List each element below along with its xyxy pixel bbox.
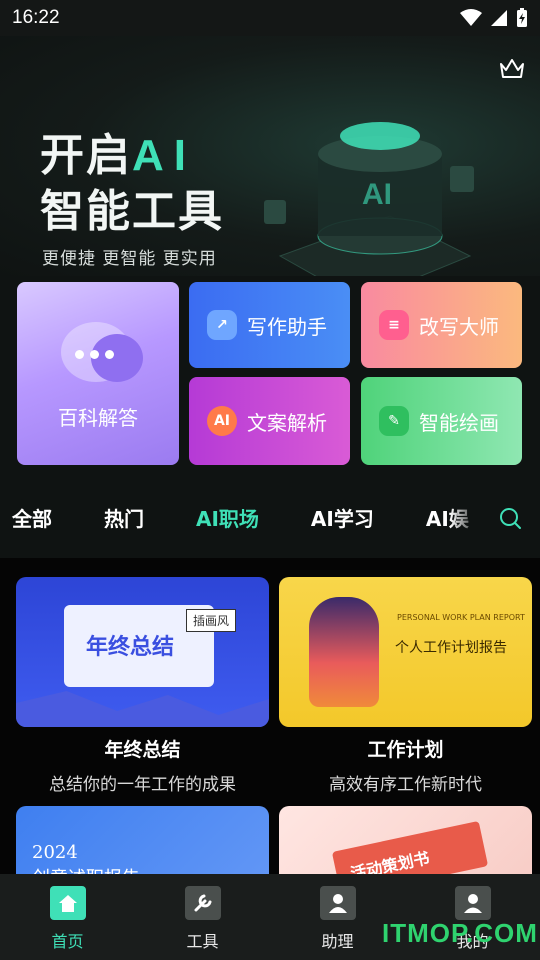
- tool-wenan-button[interactable]: AI 文案解析: [189, 377, 350, 465]
- hero-title: 开启AI 智能工具: [40, 130, 224, 237]
- tool-xiezuo-button[interactable]: ↗ 写作助手: [189, 282, 350, 368]
- category-tab-all[interactable]: 全部: [12, 503, 52, 532]
- status-bar: 16:22: [0, 0, 540, 36]
- wifi-icon: [460, 9, 482, 26]
- template-thumbnail: PERSONAL WORK PLAN REPORT 个人工作计划报告: [279, 577, 532, 727]
- category-tab-ai-work[interactable]: AI职场: [196, 503, 259, 532]
- template-thumbnail: 2024 创意述职报告: [16, 806, 269, 874]
- category-tabs: 全部 热门 AI职场 AI学习 AI娱: [0, 476, 540, 558]
- search-icon[interactable]: [498, 506, 522, 530]
- template-card[interactable]: 2024 创意述职报告: [16, 806, 269, 874]
- signal-icon: [491, 10, 507, 26]
- status-time: 16:22: [12, 7, 60, 28]
- hero-art-ai-text: AI: [362, 178, 392, 211]
- template-title: 工作计划: [367, 739, 444, 761]
- tool-gaixie-button[interactable]: ≡ 改写大师: [361, 282, 522, 368]
- ai-badge-icon: AI: [207, 406, 237, 436]
- template-card[interactable]: 活动策划书: [279, 806, 532, 874]
- site-watermark: ITMOP.COM: [382, 918, 538, 948]
- tool-gaixie-label: 改写大师: [419, 314, 499, 339]
- tool-tiles: 百科解答 ↗ 写作助手 ≡ 改写大师 AI 文案解析 ✎ 智能绘画: [0, 276, 540, 476]
- template-thumbnail: 年终总结 插画风: [16, 577, 269, 727]
- home-icon: [49, 886, 86, 920]
- tool-baike-label: 百科解答: [58, 406, 138, 430]
- battery-charging-icon: [517, 8, 527, 27]
- tool-xiezuo-label: 写作助手: [247, 314, 327, 339]
- template-card[interactable]: PERSONAL WORK PLAN REPORT 个人工作计划报告 工作计划 …: [279, 577, 532, 795]
- document-edit-icon: ≡: [379, 310, 409, 340]
- template-desc: 高效有序工作新时代: [329, 775, 482, 795]
- template-desc: 总结你的一年工作的成果: [49, 775, 236, 795]
- profile-icon: [454, 886, 491, 920]
- tool-huihua-button[interactable]: ✎ 智能绘画: [361, 377, 522, 465]
- tool-wenan-label: 文案解析: [247, 410, 327, 435]
- crown-icon[interactable]: [498, 56, 526, 80]
- hero-banner: 开启AI 智能工具 更便捷 更智能 更实用 AI: [0, 36, 540, 276]
- template-card[interactable]: 年终总结 插画风 年终总结 总结你的一年工作的成果: [16, 577, 269, 795]
- pencil-icon: ✎: [379, 406, 409, 436]
- wrench-icon: [184, 886, 221, 920]
- hero-subtitle: 更便捷 更智能 更实用: [42, 249, 217, 269]
- category-tab-hot[interactable]: 热门: [104, 503, 144, 532]
- tool-baike-button[interactable]: 百科解答: [17, 282, 179, 465]
- template-title: 年终总结: [104, 739, 181, 761]
- category-tab-ai-study[interactable]: AI学习: [311, 503, 374, 532]
- tool-huihua-label: 智能绘画: [419, 410, 499, 435]
- ai-platform-illustration: AI: [264, 122, 474, 276]
- chart-doc-icon: ↗: [207, 310, 237, 340]
- chat-bubble-icon: [75, 350, 114, 359]
- template-grid: 年终总结 插画风 年终总结 总结你的一年工作的成果 PERSONAL WORK …: [0, 558, 540, 874]
- tab-tools[interactable]: 工具: [135, 874, 270, 960]
- template-thumbnail: 活动策划书: [279, 806, 532, 874]
- tab-home[interactable]: 首页: [0, 874, 135, 960]
- assistant-icon: [319, 886, 356, 920]
